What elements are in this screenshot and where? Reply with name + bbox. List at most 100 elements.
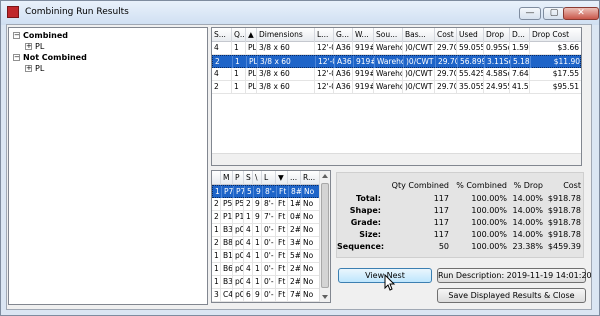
table-row[interactable]: 1 B6 p0 4 1 0'- Ft 2# No [212,263,320,276]
table-cell: B3 [223,276,233,288]
table-cell: 12'-0 [316,56,335,68]
table-cell: p0 [235,250,244,262]
stats-row-label: Grade: [350,218,381,227]
table-row[interactable]: 1 B3 p0 4 1 0'- Ft 2# No [212,224,320,237]
table-row[interactable]: 1 B3 p0 4 1 0'- Ft 2# No [212,276,320,289]
table-cell: 1 [244,211,253,223]
tree-node-not-combined[interactable]: − Not Combined [13,53,87,64]
table-cell: 2 [213,56,233,68]
table-cell: No [301,263,320,275]
table-cell: 1 [232,42,246,54]
tree-node-not-combined-pl[interactable]: + PL [25,64,44,75]
run-description-button[interactable]: Run Description: 2019-11-19 14:01:20 [437,268,592,283]
horizontal-scrollbar[interactable] [212,153,581,165]
table-row[interactable]: 41PL3/8 x 6012'-0A36919#Wareho)0/CWT29.7… [212,68,581,81]
table-cell: 35.055 [459,81,484,93]
close-button[interactable]: ✕ [563,7,599,20]
column-header[interactable]: R... [301,171,320,185]
minimize-button[interactable]: — [519,7,541,20]
table-cell: 0'- [262,250,276,262]
table-cell: 1 [232,68,246,80]
results-tree[interactable]: − Combined + PL − Not Combined + PL [8,27,208,305]
maximize-button[interactable]: ▢ [543,7,565,20]
column-header[interactable]: ▲ [246,28,257,42]
table-row[interactable]: 21PL3/8 x 6012'-0A36919#Wareho)0/CWT29.7… [212,81,581,94]
table-cell: 12'-0 [315,81,334,93]
table-cell: )0/CWT [403,81,435,93]
scroll-down-arrow-icon[interactable] [322,295,328,299]
column-header[interactable]: S [244,171,253,185]
column-header[interactable]: L [262,171,276,185]
column-header[interactable]: W... [353,28,374,42]
table-row[interactable]: 2 P5 P5 2 9 8'- Ft 1# No [212,198,320,211]
table-row[interactable]: 21PL3/8 x 6012'-0A36919#Wareho)0/CWT29.7… [212,55,581,68]
table-cell: B1 [223,250,233,262]
stats-value: 100.00% [471,194,507,203]
table-cell: 0'- [262,263,276,275]
table-cell: p0 [235,276,244,288]
table-cell: P1 [235,211,244,223]
expand-icon[interactable]: + [25,65,32,72]
collapse-icon[interactable]: − [13,32,20,39]
column-header[interactable]: Used [457,28,484,42]
column-header[interactable]: Drop [484,28,510,42]
column-header[interactable]: ▼ [276,171,288,185]
table-cell: 55.425 [459,68,484,80]
column-header[interactable]: Drop Cost [530,28,581,42]
column-header[interactable]: Dimensions [257,28,315,42]
table-cell: 3/8 x 60 [257,81,315,93]
collapse-icon[interactable]: − [13,54,20,61]
tree-node-combined-pl[interactable]: + PL [25,42,44,53]
column-header[interactable]: \ [253,171,262,185]
column-header[interactable]: G... [334,28,353,42]
table-cell: PL [248,42,257,54]
stats-value: 117 [433,230,449,239]
expand-icon[interactable]: + [25,43,32,50]
column-header[interactable]: S... [212,28,232,42]
column-header[interactable]: Sou... [374,28,403,42]
table-cell: A36 [335,56,354,68]
table-cell: 1 [212,276,221,288]
column-header[interactable]: ... [288,171,301,185]
table-cell: A36 [334,81,353,93]
table-cell: 9 [254,186,263,198]
column-header[interactable]: M [221,171,233,185]
tree-label-not-combined: Not Combined [23,53,87,62]
save-and-close-button[interactable]: Save Displayed Results & Close [437,288,586,303]
column-header[interactable]: D... [510,28,530,42]
table-cell: 2# [290,276,301,288]
table-row[interactable]: 3 C4 p0 6 9 0'- Ft 7# No [212,289,320,302]
table-cell: Ft [276,276,288,288]
table-cell: No [301,224,320,236]
table-cell: Wareho [376,68,403,80]
table-cell: Ft [276,250,288,262]
stats-value: 14.00% [512,230,543,239]
table-row[interactable]: 41PL3/8 x 6012'-0A36919#Wareho)0/CWT29.7… [212,42,581,55]
table-cell: B6 [223,263,233,275]
stats-value: 100.00% [471,242,507,251]
tree-label-pl: PL [35,42,45,51]
column-header[interactable]: L... [315,28,334,42]
column-header[interactable] [212,171,221,185]
column-header[interactable]: Cost [435,28,457,42]
table-row[interactable]: 2 P1 P1 1 9 7'- Ft 0# No [212,211,320,224]
column-header[interactable]: Bas... [403,28,435,42]
table-row[interactable]: 1 B1 p0 4 1 0'- Ft 5# No [212,250,320,263]
table-row[interactable]: 2 B8 p0 4 1 0'- Ft 3# No [212,237,320,250]
stats-value: 100.00% [471,218,507,227]
statistics-panel: Qty Combined % Combined % Drop Cost Tota… [336,172,584,258]
table-cell: 29.70 [437,68,457,80]
scroll-thumb[interactable] [321,183,329,288]
parts-grid[interactable]: M P S \ L ▼ ... R... 1 P7 P7 5 9 8'- Ft 8# No 2 P5… [211,170,331,303]
stats-value: 14.00% [512,194,543,203]
stock-results-grid[interactable]: S... Q... ▲ Dimensions L... G... W... So… [211,27,582,166]
column-header[interactable]: P [233,171,244,185]
app-icon [7,6,19,18]
tree-node-combined[interactable]: − Combined [13,31,68,42]
column-header[interactable]: Q... [232,28,246,42]
table-row[interactable]: 1 P7 P7 5 9 8'- Ft 8# No [212,185,321,198]
table-cell: 4 [212,68,232,80]
scroll-up-arrow-icon[interactable] [322,174,328,178]
vertical-scrollbar[interactable] [319,171,330,302]
table-cell: 3# [290,237,301,249]
